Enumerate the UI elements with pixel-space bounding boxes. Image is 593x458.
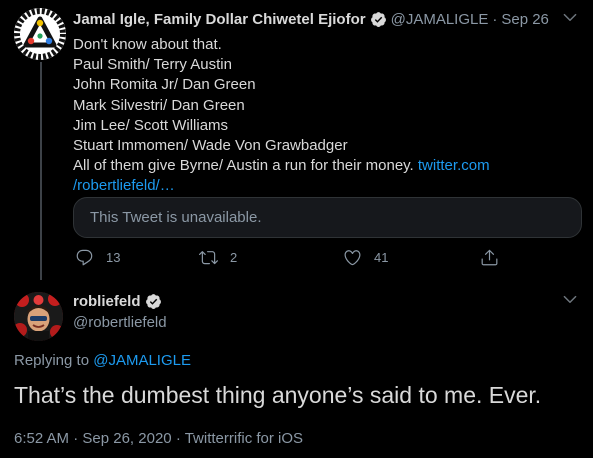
unavailable-message: This Tweet is unavailable. [90,209,262,226]
more-options-chevron-icon[interactable] [561,8,579,26]
tweet1-line: Don't know about that. [73,36,222,53]
like-button[interactable]: 41 [343,248,388,267]
tweet1-date[interactable]: Sep 26 [501,11,549,28]
tweet1-line: Jim Lee/ Scott Williams [73,116,229,134]
tweet1-header: Jamal Igle, Family Dollar Chiwetel Ejiof… [73,9,549,29]
tweet1-line: John Romita Jr/ Dan Green [73,76,256,94]
tweet1-actions: 13 2 41 [73,248,503,268]
robliefeld-avatar[interactable] [14,292,63,341]
tweet1-line: Mark Silvestri/ Dan Green [73,96,245,114]
reply-count: 13 [106,250,121,265]
separator-dot: · [492,10,498,28]
tweet1-body: Don't know about that. Paul Smith/ Terry… [73,35,573,197]
tweet2-date[interactable]: Sep 26, 2020 [82,430,171,447]
tweet2-client[interactable]: Twitterrific for iOS [185,430,303,447]
retweet-count: 2 [230,250,238,265]
verified-badge-icon [370,11,387,28]
reply-button[interactable]: 13 [75,248,120,267]
focused-tweet[interactable]: robliefeld @robertliefeld Replying to @J… [0,282,593,458]
heart-icon [344,250,361,266]
profile-photo-icon [14,292,63,341]
parent-tweet[interactable]: Jamal Igle, Family Dollar Chiwetel Ejiof… [0,0,593,282]
tweet1-author-name[interactable]: Jamal Igle, Family Dollar Chiwetel Ejiof… [73,11,366,28]
tweet2-handle[interactable]: @robertliefeld [73,314,167,331]
tweet-link-part1[interactable]: twitter.com [418,157,490,174]
tweet1-line: Stuart Immomen/ Wade Von Grawbadger [73,137,348,155]
retweet-button[interactable]: 2 [199,248,237,267]
thread-connector-line [40,62,42,280]
jamal-avatar[interactable] [14,8,66,60]
like-count: 41 [374,250,389,265]
replying-to-handle[interactable]: @JAMALIGLE [93,352,191,369]
separator-dot: · [73,430,79,447]
art-against-bigotry-logo-icon [14,8,66,60]
replying-to-line: Replying to @JAMALIGLE [14,352,191,369]
tweet1-last-line-text: All of them give Byrne/ Austin a run for… [73,157,414,175]
reply-icon [76,249,93,266]
tweet2-meta: 6:52 AM · Sep 26, 2020 · Twitterrific fo… [14,430,303,447]
share-button[interactable] [480,248,499,267]
verified-badge-icon [145,293,162,310]
unavailable-quote-tweet[interactable]: This Tweet is unavailable. [73,197,582,238]
tweet2-time[interactable]: 6:52 AM [14,430,69,447]
share-icon [481,249,498,266]
tweet1-line: Paul Smith/ Terry Austin [73,56,232,74]
replying-prefix: Replying to [14,352,90,369]
retweet-icon [199,251,218,265]
tweet1-handle[interactable]: @JAMALIGLE [391,11,489,28]
tweet1-last-line: All of them give Byrne/ Austin a run for… [73,156,573,176]
separator-dot: · [175,430,181,447]
tweet2-author-name[interactable]: robliefeld [73,293,141,310]
tweet2-text: That’s the dumbest thing anyone’s said t… [14,382,542,408]
tweet2-name-row: robliefeld [73,293,162,310]
more-options-chevron-icon[interactable] [561,290,579,308]
tweet-link-part2[interactable]: /robertliefeld/… [73,176,573,196]
